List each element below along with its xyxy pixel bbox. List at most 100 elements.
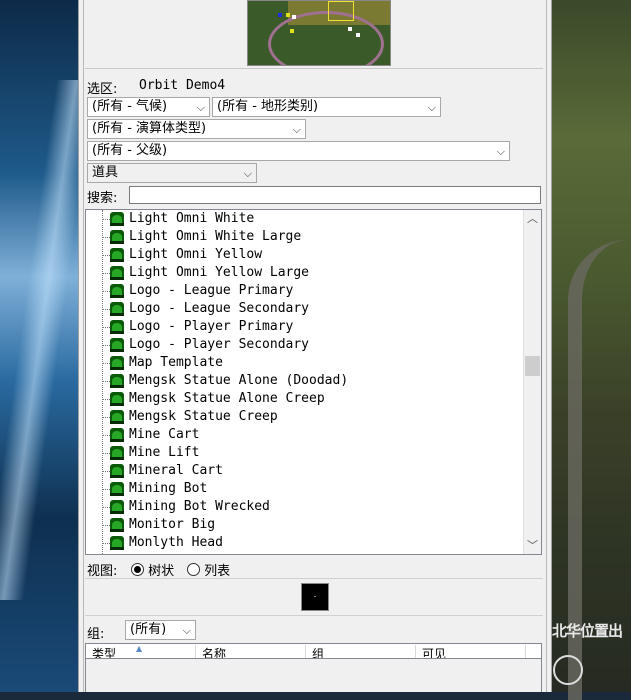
panel-divider-left [83,0,84,692]
doodad-actor-icon [110,428,124,442]
column-type-label: 类型 [92,647,117,659]
view-tree-radio[interactable]: 树状 [131,560,174,579]
desktop-background-left [0,0,78,692]
tree-connector [102,399,110,400]
tree-connector [102,381,110,382]
climate-filter-select[interactable]: (所有 - 气候) ⌵ [87,97,210,117]
tree-item-label: Mengsk Statue Alone Creep [129,391,325,406]
tree-item-label: Light Omni Yellow Large [129,265,310,280]
scroll-up-arrow-icon[interactable]: ︿ [524,210,541,227]
group-select[interactable]: (所有) ⌵ [125,620,196,640]
doodad-actor-icon [110,518,124,532]
doodad-actor-icon [110,464,124,478]
view-list-label: 列表 [204,564,231,579]
view-mode-row: 视图: 树状 列表 [85,558,543,579]
doodad-actor-icon [110,248,124,262]
doodad-actor-icon [110,374,124,388]
radio-selected-icon[interactable] [131,563,144,576]
chevron-down-icon: ⌵ [243,167,252,180]
tree-connector [102,291,110,292]
radio-unselected-icon[interactable] [187,563,200,576]
doodad-actor-icon [110,266,124,280]
actor-type-filter-value: (所有 - 演算体类型) [92,121,207,136]
tree-connector [102,543,110,544]
chevron-down-icon: ⌵ [182,624,191,637]
category-select[interactable]: 道具 ⌵ [87,163,257,183]
chevron-down-icon: ⌵ [427,101,436,114]
tree-guide-line [102,210,103,554]
tree-connector [102,237,110,238]
parent-filter-select[interactable]: (所有 - 父级) ⌵ [87,141,510,161]
tree-connector [102,345,110,346]
map-overlay-text: 北华位置出 [552,622,623,640]
palette-panel: 选区: Orbit Demo4 (所有 - 气候) ⌵ (所有 - 地形类别) … [78,0,552,692]
doodad-actor-icon [110,212,124,226]
chevron-down-icon: ⌵ [196,101,205,114]
tree-connector [102,273,110,274]
tree-item-label: Mine Cart [129,427,200,442]
group-value: (所有) [130,622,167,637]
doodad-actor-icon [110,230,124,244]
selection-label: 选区: [87,82,118,97]
doodad-actor-icon [110,302,124,316]
tree-item-label: Light Omni White Large [129,229,302,244]
terrain-filter-select[interactable]: (所有 - 地形类别) ⌵ [212,97,441,117]
tree-connector [102,507,110,508]
terrain-filter-value: (所有 - 地形类别) [217,99,319,114]
doodad-actor-icon [110,536,124,550]
tree-item-label: Mengsk Statue Alone (Doodad) [129,373,349,388]
group-row: 组: (所有) ⌵ [85,620,543,642]
column-name-label: 名称 [202,647,227,659]
panel-divider-right [546,0,547,692]
doodad-actor-icon [110,500,124,514]
tree-connector [102,453,110,454]
tree-item-label: Monlyth Head [129,535,223,550]
tree-connector [102,255,110,256]
column-group-label: 组 [312,647,325,659]
column-header-group[interactable]: 组 [306,645,416,659]
tree-item-label: Logo - Player Secondary [129,337,310,352]
selection-value: Orbit Demo4 [139,78,226,93]
doodad-actor-icon [110,284,124,298]
tree-item-label: Map Template [129,355,223,370]
tree-connector [102,219,110,220]
actor-tree-view[interactable]: Light Omni White Light Omni White Large Li… [85,209,542,555]
climate-filter-value: (所有 - 气候) [92,99,168,114]
scroll-thumb[interactable] [525,356,540,376]
sort-ascending-icon: ▲ [136,644,143,653]
doodad-actor-icon [110,482,124,496]
tree-item-label: Logo - League Secondary [129,301,310,316]
tree-item-label: Light Omni Yellow [129,247,263,262]
doodad-actor-icon [110,320,124,334]
tree-connector [102,525,110,526]
minimap-camera-frame [328,1,354,21]
minimap[interactable] [247,0,391,66]
minimap-unit-yellow-2 [290,29,294,33]
tree-vertical-scrollbar[interactable]: ︿ ﹀ [523,210,541,554]
tree-item-label: Mineral Cart [129,463,223,478]
doodad-actor-icon [110,410,124,424]
tree-connector [102,363,110,364]
scroll-down-arrow-icon[interactable]: ﹀ [524,537,541,554]
minimap-unit-white-2 [348,27,352,31]
minimap-unit-yellow [286,13,290,17]
search-input[interactable] [129,186,541,204]
tree-item-label: Light Omni White [129,211,255,226]
minimap-unit-white [292,15,296,19]
view-list-radio[interactable]: 列表 [187,560,230,579]
tree-item-label: Monitor Big [129,517,216,532]
tree-connector [102,309,110,310]
column-header-visible[interactable]: 可见 [416,645,526,658]
search-label: 搜索: [87,191,118,206]
column-header-name[interactable]: 名称 [196,645,306,659]
parent-filter-value: (所有 - 父级) [92,143,168,158]
actor-type-filter-select[interactable]: (所有 - 演算体类型) ⌵ [87,119,306,139]
chevron-down-icon: ⌵ [292,123,301,136]
search-row: 搜索: [85,185,543,206]
object-list-body[interactable] [85,659,542,692]
actor-preview-image [301,583,329,611]
tree-connector [102,489,110,490]
doodad-actor-icon [110,338,124,352]
tree-item-label: Logo - League Primary [129,283,294,298]
doodad-actor-icon [110,356,124,370]
